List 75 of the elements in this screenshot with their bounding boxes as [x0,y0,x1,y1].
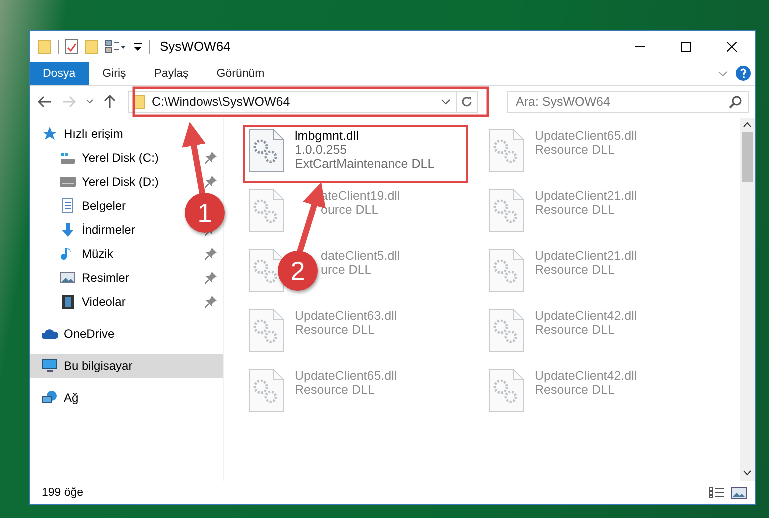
window-title: SysWOW64 [160,39,231,54]
pictures-icon [60,270,76,286]
dll-file-icon [249,249,285,293]
file-detail: 1.0.0.255 [295,143,348,157]
help-icon[interactable] [736,66,751,81]
up-arrow-icon[interactable] [104,95,116,109]
search-icon [729,96,742,108]
pin-icon [205,176,217,188]
file-detail: Resource DLL [295,323,376,337]
navigation-item[interactable]: Resimler [82,271,130,285]
address-path: C:\Windows\SysWOW64 [151,95,292,109]
file-detail: urce DLL [321,263,373,277]
dll-file-icon [489,369,525,413]
computer-icon [42,358,58,374]
dll-file-icon [249,369,285,413]
file-menu-tab[interactable]: Dosya [30,62,89,85]
vertical-scrollbar[interactable] [740,118,755,481]
navigation-item[interactable]: Hızlı erişim [64,127,124,141]
navigation-item[interactable]: Yerel Disk (D:) [82,175,159,189]
navigation-item[interactable]: Bu bilgisayar [64,359,133,373]
chevron-down-icon[interactable] [441,99,451,105]
search-field[interactable]: Ara: SysWOW64 [508,92,729,112]
dll-file-icon [249,129,285,173]
maximize-icon [681,42,691,52]
navigation-item[interactable]: Belgeler [82,199,126,213]
dll-file-icon [249,189,285,233]
navigation-item[interactable]: Videolar [82,295,126,309]
dll-file-icon [489,129,525,173]
file-detail: Resource DLL [535,323,616,337]
download-icon [60,222,76,238]
pin-icon [205,272,217,284]
ribbon-tab[interactable]: Görünüm [202,62,279,85]
dll-file-icon [489,309,525,353]
file-detail: Resource DLL [535,203,616,217]
large-icons-view-icon[interactable] [731,486,747,498]
file-detail: Resource DLL [535,263,616,277]
details-view-icon[interactable] [709,486,725,498]
back-arrow-icon[interactable] [38,96,52,108]
pin-icon [205,248,217,260]
address-bar[interactable]: C:\Windows\SysWOW64 [128,91,478,113]
navigation-item[interactable]: İndirmeler [82,223,136,237]
navigation-item[interactable]: OneDrive [64,327,115,341]
pin-icon [205,152,217,164]
search-box[interactable]: Ara: SysWOW64 [507,91,749,113]
ribbon-tab[interactable]: Paylaş [140,62,203,85]
item-count: 199 öğe [42,486,84,498]
file-detail: Resource DLL [535,383,616,397]
videos-icon [60,294,76,310]
scroll-down-icon[interactable] [743,470,752,476]
file-detail: Resource DLL [295,383,376,397]
ribbon-tab[interactable]: Giriş [88,62,140,85]
dll-file-icon [249,309,285,353]
properties-icon[interactable] [65,38,79,54]
dll-file-icon [489,249,525,293]
network-icon [42,390,58,406]
view-options-icon[interactable] [105,40,127,54]
dll-file-icon [489,189,525,233]
navigation-item[interactable]: Müzik [82,247,114,261]
file-detail: ource DLL [321,203,380,217]
refresh-icon[interactable] [461,96,473,108]
sysdrive-icon [60,150,76,166]
navigation-item[interactable]: Ağ [64,391,79,405]
drive-icon [60,174,76,190]
scrollbar-thumb[interactable] [742,132,753,182]
docs-icon [60,198,76,214]
file-detail: Resource DLL [535,143,616,157]
chevron-down-icon[interactable] [86,99,94,105]
navigation-item[interactable]: Yerel Disk (C:) [82,151,159,165]
file-name[interactable]: lmbgmnt.dll [295,129,435,143]
file-detail: ExtCartMaintenance DLL [295,157,435,171]
close-icon [727,42,737,52]
scroll-up-icon[interactable] [743,122,752,128]
customize-dropdown-icon[interactable] [133,42,143,52]
star-icon [42,126,58,142]
pin-icon [205,296,217,308]
